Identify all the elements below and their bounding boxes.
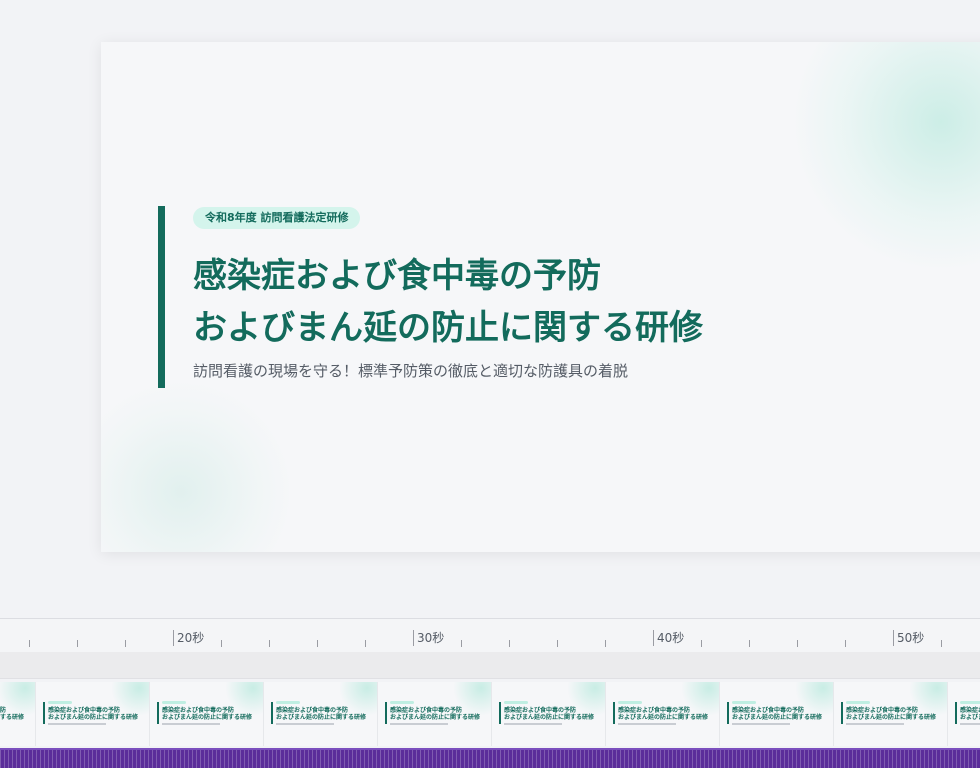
thumbnail-title-line-1: 感染症および食中毒の予防 [390,707,463,714]
thumbnail-subtitle [48,723,106,725]
thumbnail-subtitle [390,723,448,725]
thumbnail-title-line-1: 感染症および食中毒の予防 [846,707,919,714]
audio-track-edge [0,748,980,750]
thumbnail-badge [504,701,528,704]
ruler-tick [941,640,942,647]
thumbnail-title-line-1: 感染症および食中毒の予防 [276,707,349,714]
ruler-tick [221,640,222,647]
slide-title: 感染症および食中毒の予防 およびまん延の防止に関する研修 [193,250,833,354]
thumbnail-title-line-1: 感染症および食中毒の予防 [48,707,121,714]
thumbnail-title-line-2: およびまん延の防止に関する研修 [846,714,937,721]
thumbnail-title-line-2: およびまん延の防止に関する研修 [618,714,709,721]
thumbnail-subtitle [618,723,676,725]
thumbnail-title-line-2: およびまん延の防止に関する研修 [276,714,367,721]
decorative-blob-bottom-left [101,382,291,552]
thumbnail-frame: 感染症および食中毒の予防 およびまん延の防止に関する研修 [264,682,378,746]
thumbnail-subtitle [504,723,562,725]
thumbnail-badge [162,701,186,704]
thumbnail-accent-bar [727,702,729,724]
time-marker-30s: 30秒 [413,630,444,646]
thumbnail-subtitle [276,723,334,725]
thumbnail-title-line-1: 感染症および食中毒の予防 [732,707,805,714]
thumbnail-accent-bar [613,702,615,724]
thumbnail-subtitle [162,723,220,725]
thumbnail-frame: 感染症および食中毒の予防 およびまん延の防止に関する研修 [36,682,150,746]
thumbnail-frame: 感染症および食中毒の予防 およびまん延の防止に関する研修 [150,682,264,746]
slide-preview[interactable]: 令和8年度 訪問看護法定研修 感染症および食中毒の予防 およびまん延の防止に関す… [101,42,980,552]
thumbnail-frame: 感染症および食中毒の予防 およびまん延の防止に関する研修 [834,682,948,746]
ruler-tick [365,640,366,647]
ruler-tick [749,640,750,647]
thumbnail-frame: 感染症および食中毒の予防 およびまん延の防止に関する研修 [948,682,980,746]
thumbnail-title-line-2: およびまん延の防止に関する研修 [732,714,823,721]
empty-track[interactable] [0,652,980,679]
ruler-tick [509,640,510,647]
ruler-tick [77,640,78,647]
thumbnail-title-line-2: およびまん延の防止に関する研修 [504,714,595,721]
time-marker-20s: 20秒 [173,630,204,646]
thumbnail-accent-bar [43,702,45,724]
thumbnail-accent-bar [385,702,387,724]
ruler-tick [269,640,270,647]
thumbnail-badge [732,701,756,704]
thumbnail-frame: 感染症および食中毒の予防 およびまん延の防止に関する研修 [720,682,834,746]
thumbnail-subtitle [960,723,980,725]
thumbnail-badge [390,701,414,704]
timeline-ruler[interactable]: 20秒 30秒 40秒 50秒 [0,618,980,653]
thumbnail-accent-bar [157,702,159,724]
time-marker-50s: 50秒 [893,630,924,646]
thumbnail-accent-bar [841,702,843,724]
thumbnail-accent-bar [271,702,273,724]
thumbnail-badge [846,701,870,704]
ruler-tick [557,640,558,647]
ruler-tick [125,640,126,647]
slide-title-line-2: およびまん延の防止に関する研修 [193,308,703,348]
ruler-tick [461,640,462,647]
slide-subtitle: 訪問看護の現場を守る！標準予防策の徹底と適切な防護具の着脱 [193,362,629,380]
thumbnail-title-line-2: およびまん延の防止に関する研修 [0,714,25,721]
thumbnail-title-line-1: 感染症および食中毒の予防 [162,707,235,714]
thumbnail-title-line-1: 感染症および食中毒の予防 [960,707,980,714]
thumbnail-subtitle [732,723,790,725]
course-badge: 令和8年度 訪問看護法定研修 [193,207,361,229]
time-marker-40s: 40秒 [653,630,684,646]
thumbnail-frame: 感染症および食中毒の予防 およびまん延の防止に関する研修 [378,682,492,746]
thumbnail-frame: 感染症および食中毒の予防 およびまん延の防止に関する研修 [606,682,720,746]
ruler-tick [29,640,30,647]
slide-title-line-1: 感染症および食中毒の予防 [193,256,601,296]
thumbnail-title-line-1: 感染症および食中毒の予防 [504,707,577,714]
ruler-tick [845,640,846,647]
ruler-tick [605,640,606,647]
title-accent-bar [158,206,165,388]
thumbnail-title-line-1: 感染症および食中毒の予防 [618,707,691,714]
thumbnail-badge [618,701,642,704]
ruler-tick [317,640,318,647]
ruler-tick [701,640,702,647]
thumbnail-title-line-2: およびまん延の防止に関する研修 [390,714,481,721]
thumbnail-badge [276,701,300,704]
thumbnail-title-line-2: およびまん延の防止に関する研修 [960,714,980,721]
thumbnail-frame: 感染症および食中毒の予防 およびまん延の防止に関する研修 [492,682,606,746]
thumbnail-accent-bar [499,702,501,724]
thumbnail-subtitle [846,723,904,725]
thumbnail-title-line-1: 感染症および食中毒の予防 [0,707,7,714]
thumbnail-title-line-2: およびまん延の防止に関する研修 [48,714,139,721]
thumbnail-badge [960,701,980,704]
thumbnail-accent-bar [955,702,957,724]
thumbnail-frame: 感染症および食中毒の予防 およびまん延の防止に関する研修 [0,682,36,746]
audio-track-waveform[interactable] [0,748,980,768]
ruler-tick [797,640,798,647]
thumbnail-badge [48,701,72,704]
video-track-thumbnails[interactable]: 感染症および食中毒の予防 およびまん延の防止に関する研修感染症および食中毒の予防… [0,682,980,746]
decorative-blob-top-right [791,42,980,272]
thumbnail-title-line-2: およびまん延の防止に関する研修 [162,714,253,721]
